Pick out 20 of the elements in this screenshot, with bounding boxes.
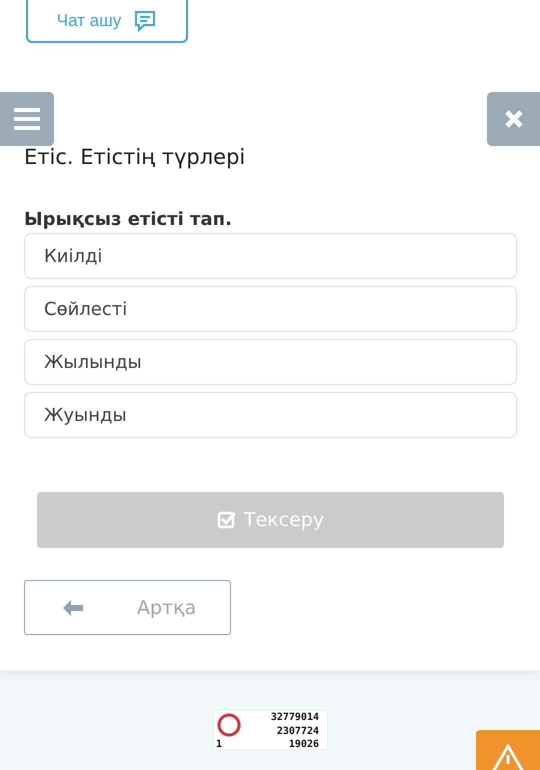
today-count: 2307724 — [276, 724, 319, 738]
lesson-title: Етіс. Етістің түрлері — [24, 145, 246, 169]
close-icon — [504, 109, 524, 129]
answer-option[interactable]: Жылынды — [24, 339, 517, 385]
warning-button[interactable] — [476, 730, 540, 770]
answer-option[interactable]: Сөйлесті — [24, 286, 517, 332]
menu-icon — [14, 108, 40, 130]
arrow-left-icon — [63, 600, 83, 616]
total-count: 32779014 — [270, 711, 319, 724]
close-button[interactable] — [487, 92, 540, 146]
warning-icon — [491, 744, 525, 770]
online-count: 1 — [215, 738, 224, 751]
ring-icon — [216, 712, 242, 738]
checkbox-icon — [216, 510, 237, 530]
chat-icon — [133, 9, 158, 33]
answer-option[interactable]: Жуынды — [24, 392, 517, 438]
question-text: Ырықсыз етісті тап. — [24, 209, 233, 230]
answer-option[interactable]: Киілді — [24, 233, 517, 279]
menu-button[interactable] — [0, 92, 54, 146]
visits-count: 19026 — [288, 738, 319, 751]
